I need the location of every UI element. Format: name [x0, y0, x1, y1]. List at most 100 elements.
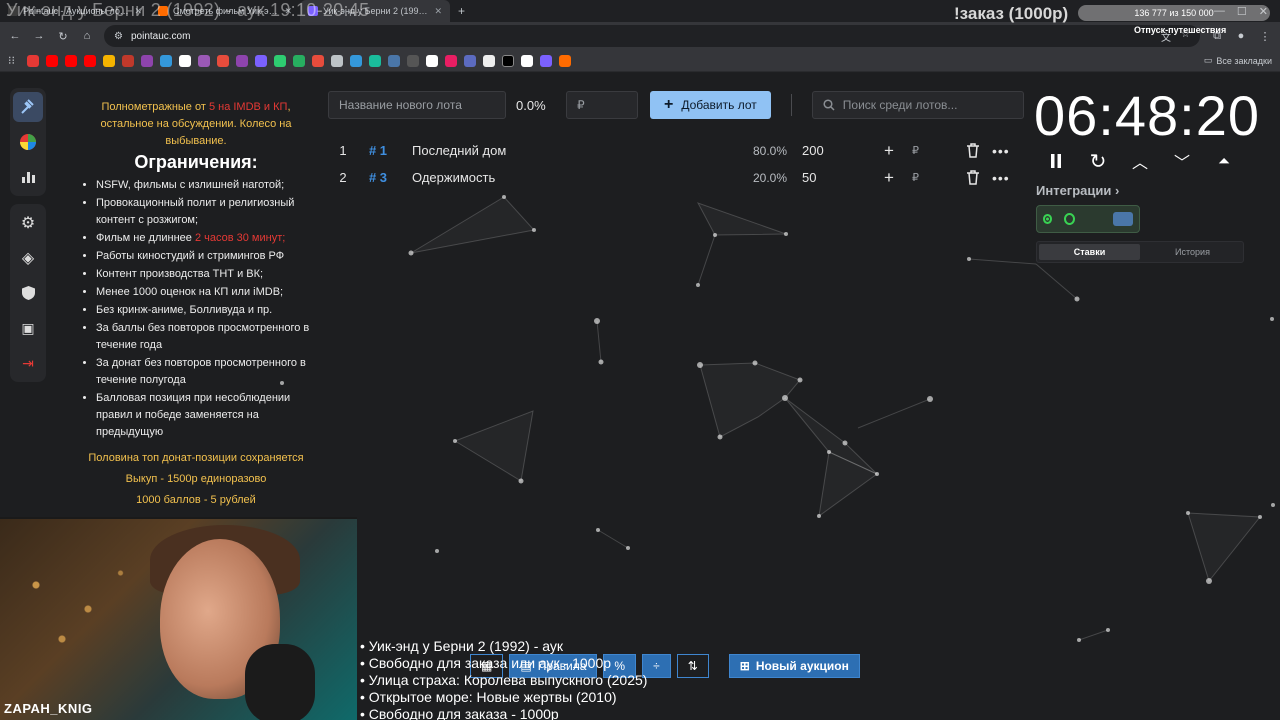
bookmark-icon[interactable] — [559, 54, 571, 67]
bookmark-icon[interactable] — [369, 54, 381, 67]
lot-row[interactable]: 2 # 3 Одержимость 20.0% 50 + ₽ ••• — [328, 164, 1018, 191]
bookmark-icon[interactable] — [103, 54, 115, 67]
bookmark-icon[interactable] — [198, 54, 210, 67]
sidebar-stats-button[interactable] — [13, 162, 43, 192]
menu-icon[interactable]: ⋮ — [1258, 30, 1272, 43]
toggle-off-icon[interactable] — [1064, 213, 1076, 225]
all-bookmarks[interactable]: ▭ Все закладки — [1204, 55, 1272, 66]
lot-list: 1 # 1 Последний дом 80.0% 200 + ₽ ••• 2 … — [328, 137, 1018, 191]
profile-icon[interactable]: ● — [1234, 30, 1248, 42]
toggle-on-icon[interactable] — [1043, 214, 1053, 224]
rule-duration-prefix: Фильм не длиннее — [96, 232, 195, 244]
sidebar-shield-button[interactable] — [13, 278, 43, 308]
browser-tab-active[interactable]: Уик-энд у Берни 2 (1992) - Kin ✕ — [300, 0, 450, 22]
apps-icon[interactable]: ⁝⁝ — [8, 55, 20, 67]
site-info-icon[interactable]: ⚙ — [114, 31, 123, 42]
bookmark-icon[interactable] — [122, 54, 134, 67]
reload-icon[interactable]: ↻ — [56, 30, 70, 43]
donation-goal-bar: 136 777 из 150 000 — [1078, 5, 1270, 21]
rules-panel: Полнометражные от 5 на IMDB и КП, осталь… — [80, 99, 312, 509]
pause-button[interactable] — [1046, 151, 1066, 171]
lot-amount[interactable]: 50 — [802, 170, 816, 185]
bookmark-icon[interactable] — [521, 54, 533, 67]
bookmark-icon[interactable] — [160, 54, 172, 67]
bookmark-icon[interactable] — [445, 54, 457, 67]
lot-name[interactable]: Одержимость — [398, 170, 698, 185]
sidebar-settings-button[interactable]: ⚙ — [13, 208, 43, 238]
lot-search-input[interactable]: Поиск среди лотов... — [811, 91, 1024, 119]
new-auction-button[interactable]: ⊞ Новый аукцион — [728, 654, 860, 678]
bookmark-icon[interactable] — [236, 54, 248, 67]
lot-name[interactable]: Последний дом — [398, 143, 698, 158]
sidebar-video-button[interactable]: ▣ — [13, 313, 43, 343]
bookmark-icon[interactable] — [293, 54, 305, 67]
bookmark-icon[interactable] — [426, 54, 438, 67]
ticker-line: • Уик-энд у Берни 2 (1992) - аук — [360, 638, 564, 654]
browser-tab[interactable]: Смотреть фильм Уик-энд у Берни ✕ — [150, 0, 300, 22]
sidebar-layers-button[interactable]: ◈ — [13, 243, 43, 273]
bookmark-icon[interactable] — [407, 54, 419, 67]
bookmark-icon[interactable] — [331, 54, 343, 67]
trash-icon[interactable] — [966, 170, 980, 185]
reset-timer-button[interactable]: ↻ — [1088, 151, 1108, 173]
bookmark-icon[interactable] — [217, 54, 229, 67]
back-icon[interactable]: ← — [8, 30, 22, 42]
bookmark-icon[interactable] — [27, 54, 39, 67]
close-tab-icon[interactable]: ✕ — [134, 6, 142, 17]
bookmark-icon[interactable] — [179, 54, 191, 67]
bookmark-icon[interactable] — [388, 54, 400, 67]
trash-icon[interactable] — [966, 143, 980, 158]
sidebar-logout-button[interactable]: ⇥ — [13, 348, 43, 378]
lot-name-input[interactable]: Название нового лота — [328, 91, 506, 119]
bookmark-icon[interactable] — [46, 54, 58, 67]
bookmark-icon[interactable] — [502, 54, 514, 67]
new-tab-icon[interactable]: + — [450, 4, 473, 18]
forward-icon[interactable]: → — [32, 30, 46, 42]
subtract-time-button[interactable]: ﹀ — [1172, 151, 1192, 172]
address-bar[interactable]: ⚙ pointauc.com 文 ☆ — [104, 25, 1200, 47]
webcam-overlay: ZAPAH_KNIG — [0, 517, 357, 720]
tab-bids[interactable]: Ставки — [1039, 244, 1140, 260]
bookmark-icon[interactable] — [255, 54, 267, 67]
integrations-header[interactable]: Интеграции › — [1036, 183, 1119, 198]
browser-tab[interactable]: Pointauc - Аукционы лотов ✕ — [0, 0, 150, 22]
bookmark-icon[interactable] — [141, 54, 153, 67]
lot-row[interactable]: 1 # 1 Последний дом 80.0% 200 + ₽ ••• — [328, 137, 1018, 164]
add-amount-icon[interactable]: + — [884, 168, 894, 188]
vk-logo-icon[interactable] — [1113, 212, 1133, 226]
add-lot-button[interactable]: + Добавить лот — [650, 91, 771, 119]
close-tab-icon[interactable]: ✕ — [284, 6, 292, 17]
home-icon[interactable]: ⌂ — [80, 30, 94, 42]
double-time-button[interactable]: ⏶ — [1214, 151, 1234, 171]
bookmark-icon[interactable] — [540, 54, 552, 67]
rule-item: Менее 1000 оценок на КП или iMDB; — [96, 284, 312, 301]
sort-button[interactable]: ⇅ — [676, 654, 709, 678]
rule-item: Без кринж-аниме, Болливуда и пр. — [96, 302, 312, 319]
more-options-icon[interactable]: ••• — [992, 143, 1010, 159]
bookmark-icon[interactable] — [65, 54, 77, 67]
bookmark-icon[interactable] — [312, 54, 324, 67]
auction-timer: 06:48:20 — [1034, 84, 1260, 147]
add-time-button[interactable]: ︿ — [1130, 151, 1150, 172]
lot-amount[interactable]: 200 — [802, 143, 824, 158]
rule-item: Балловая позиция при несоблюдении правил… — [96, 390, 312, 441]
bookmark-icon[interactable] — [84, 54, 96, 67]
lot-currency: ₽ — [912, 172, 919, 184]
all-bookmarks-label: Все закладки — [1216, 55, 1272, 66]
layers-icon: ◈ — [21, 250, 35, 267]
add-amount-icon[interactable]: + — [884, 141, 894, 161]
rules-heading: Ограничения: — [134, 152, 258, 172]
bookmark-icon[interactable] — [350, 54, 362, 67]
sidebar-auction-button[interactable] — [13, 92, 43, 122]
tab-history[interactable]: История — [1142, 242, 1243, 262]
bookmark-icon[interactable] — [464, 54, 476, 67]
close-tab-icon[interactable]: ✕ — [434, 6, 442, 17]
sidebar-wheel-button[interactable] — [13, 127, 43, 157]
toolbar-divider — [790, 94, 792, 116]
bookmark-icon[interactable] — [483, 54, 495, 67]
more-options-icon[interactable]: ••• — [992, 170, 1010, 186]
bookmarks-bar: ⁝⁝ ▭ Все закладки — [0, 50, 1280, 72]
bookmark-icon[interactable] — [274, 54, 286, 67]
new-auction-icon: ⊞ — [739, 659, 750, 673]
lot-amount-input[interactable]: ₽ — [566, 91, 638, 119]
